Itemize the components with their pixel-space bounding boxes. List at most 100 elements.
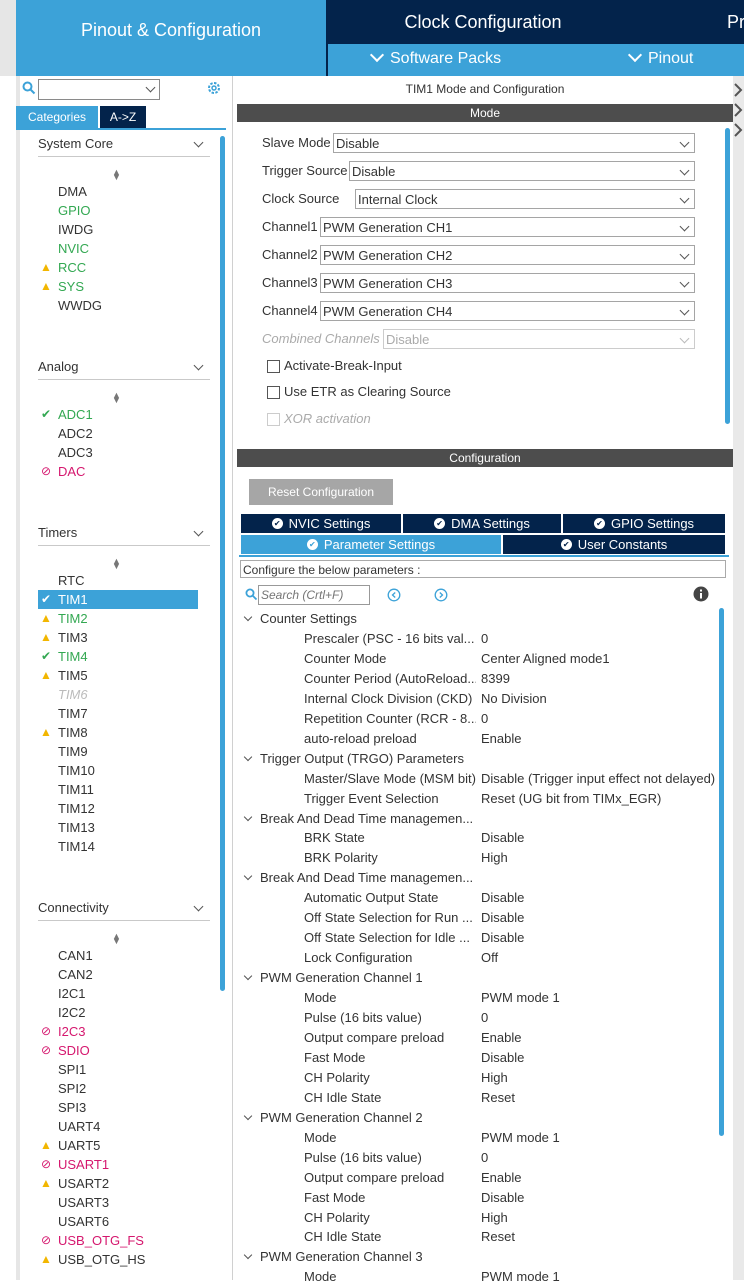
list-item-spi1[interactable]: SPI1: [38, 1060, 198, 1079]
list-item-usb-otg-hs[interactable]: ▲ USB_OTG_HS: [38, 1250, 198, 1269]
section-timers[interactable]: Timers: [38, 521, 210, 546]
parameter-value[interactable]: 0: [481, 1148, 488, 1168]
parameter-row[interactable]: BRK Polarity High: [237, 848, 715, 868]
list-item-tim9[interactable]: TIM9: [38, 742, 198, 761]
parameter-row[interactable]: Mode PWM mode 1: [237, 1267, 715, 1287]
parameter-search-input[interactable]: [258, 585, 370, 605]
search-icon[interactable]: [22, 81, 36, 95]
list-item-tim8[interactable]: ▲ TIM8: [38, 723, 198, 742]
parameter-value[interactable]: Disable: [481, 1048, 524, 1068]
pinout-menu[interactable]: Pinout: [627, 47, 693, 68]
parameter-value[interactable]: Reset: [481, 1088, 515, 1108]
list-item-uart4[interactable]: UART4: [38, 1117, 198, 1136]
list-item-rtc[interactable]: RTC: [38, 571, 198, 590]
list-item-dac[interactable]: ⊘ DAC: [38, 462, 198, 481]
list-item-adc2[interactable]: ADC2: [38, 424, 198, 443]
parameter-value[interactable]: High: [481, 848, 508, 868]
parameter-row[interactable]: Internal Clock Division (CKD) No Division: [237, 689, 715, 709]
parameter-row[interactable]: Off State Selection for Idle ... Disable: [237, 928, 715, 948]
arrow-right-icon[interactable]: [434, 588, 448, 602]
parameter-row[interactable]: Mode PWM mode 1: [237, 1128, 715, 1148]
tab-project-manager[interactable]: Pr: [641, 0, 744, 44]
list-item-i2c3[interactable]: ⊘ I2C3: [38, 1022, 198, 1041]
list-item-i2c1[interactable]: I2C1: [38, 984, 198, 1003]
tab-gpio-settings[interactable]: ✔ GPIO Settings: [563, 514, 725, 533]
parameter-row[interactable]: Master/Slave Mode (MSM bit) Disable (Trig…: [237, 769, 715, 789]
parameter-value[interactable]: Enable: [481, 1168, 521, 1188]
parameter-row[interactable]: BRK State Disable: [237, 828, 715, 848]
section-system-core[interactable]: System Core: [38, 132, 210, 157]
tab-clock-configuration[interactable]: Clock Configuration: [328, 0, 638, 44]
parameter-row[interactable]: Counter Period (AutoReload... 8399: [237, 669, 715, 689]
parameter-group[interactable]: PWM Generation Channel 1: [243, 968, 423, 988]
parameter-value[interactable]: Enable: [481, 1028, 521, 1048]
parameter-group[interactable]: Trigger Output (TRGO) Parameters: [243, 749, 464, 769]
parameter-row[interactable]: Automatic Output State Disable: [237, 888, 715, 908]
parameter-row[interactable]: CH Polarity High: [237, 1208, 715, 1228]
parameter-row[interactable]: Fast Mode Disable: [237, 1188, 715, 1208]
list-item-rcc[interactable]: ▲ RCC: [38, 258, 198, 277]
list-item-usart3[interactable]: USART3: [38, 1193, 198, 1212]
list-item-usart2[interactable]: ▲ USART2: [38, 1174, 198, 1193]
parameter-row[interactable]: Fast Mode Disable: [237, 1048, 715, 1068]
parameter-value[interactable]: PWM mode 1: [481, 988, 560, 1008]
sort-icon[interactable]: ▲ ▼: [112, 168, 121, 182]
channel2-select[interactable]: PWM Generation CH2: [320, 245, 695, 265]
tab-parameter-settings[interactable]: ✔ Parameter Settings: [241, 535, 501, 554]
list-item-tim7[interactable]: TIM7: [38, 704, 198, 723]
parameter-value[interactable]: Center Aligned mode1: [481, 649, 610, 669]
channel1-select[interactable]: PWM Generation CH1: [320, 217, 695, 237]
list-item-tim6[interactable]: TIM6: [38, 685, 198, 704]
parameter-value[interactable]: Disable: [481, 888, 524, 908]
list-item-uart5[interactable]: ▲ UART5: [38, 1136, 198, 1155]
list-item-sdio[interactable]: ⊘ SDIO: [38, 1041, 198, 1060]
parameter-value[interactable]: Reset: [481, 1227, 515, 1247]
parameter-value[interactable]: Disable: [481, 1188, 524, 1208]
list-item-gpio[interactable]: GPIO: [38, 201, 198, 220]
list-item-tim5[interactable]: ▲ TIM5: [38, 666, 198, 685]
parameter-value[interactable]: Enable: [481, 729, 521, 749]
parameter-group[interactable]: PWM Generation Channel 2: [243, 1108, 423, 1128]
list-item-usb-otg-fs[interactable]: ⊘ USB_OTG_FS: [38, 1231, 198, 1250]
slave-mode-select[interactable]: Disable: [333, 133, 695, 153]
trigger-source-select[interactable]: Disable: [349, 161, 695, 181]
parameter-value[interactable]: Disable: [481, 828, 524, 848]
parameter-value[interactable]: PWM mode 1: [481, 1267, 560, 1287]
list-item-tim1[interactable]: ✔ TIM1: [38, 590, 198, 609]
parameter-value[interactable]: 0: [481, 1008, 488, 1028]
list-item-adc3[interactable]: ADC3: [38, 443, 198, 462]
list-item-spi2[interactable]: SPI2: [38, 1079, 198, 1098]
list-item-can2[interactable]: CAN2: [38, 965, 198, 984]
tab-categories[interactable]: Categories: [16, 106, 98, 128]
parameter-value[interactable]: Disable: [481, 908, 524, 928]
list-item-dma[interactable]: DMA: [38, 182, 198, 201]
list-item-tim3[interactable]: ▲ TIM3: [38, 628, 198, 647]
parameter-row[interactable]: Mode PWM mode 1: [237, 988, 715, 1008]
parameter-group[interactable]: Counter Settings: [243, 609, 357, 629]
parameter-group[interactable]: Break And Dead Time managemen...: [243, 809, 473, 829]
list-item-tim11[interactable]: TIM11: [38, 780, 198, 799]
section-analog[interactable]: Analog: [38, 355, 210, 380]
parameter-value[interactable]: 8399: [481, 669, 510, 689]
list-item-sys[interactable]: ▲ SYS: [38, 277, 198, 296]
sort-icon[interactable]: ▲ ▼: [112, 557, 121, 571]
parameter-row[interactable]: Pulse (16 bits value) 0: [237, 1008, 715, 1028]
list-item-i2c2[interactable]: I2C2: [38, 1003, 198, 1022]
info-icon[interactable]: [693, 586, 709, 602]
list-item-usart1[interactable]: ⊘ USART1: [38, 1155, 198, 1174]
list-item-tim2[interactable]: ▲ TIM2: [38, 609, 198, 628]
list-item-tim10[interactable]: TIM10: [38, 761, 198, 780]
sort-icon[interactable]: ▲ ▼: [112, 391, 121, 405]
channel3-select[interactable]: PWM Generation CH3: [320, 273, 695, 293]
parameter-row[interactable]: auto-reload preload Enable: [237, 729, 715, 749]
parameter-row[interactable]: Output compare preload Enable: [237, 1168, 715, 1188]
list-item-tim13[interactable]: TIM13: [38, 818, 198, 837]
parameter-value[interactable]: High: [481, 1208, 508, 1228]
parameter-value[interactable]: Disable: [481, 928, 524, 948]
section-connectivity[interactable]: Connectivity: [38, 896, 210, 921]
parameter-value[interactable]: PWM mode 1: [481, 1128, 560, 1148]
list-item-can1[interactable]: CAN1: [38, 946, 198, 965]
parameter-value[interactable]: No Division: [481, 689, 547, 709]
list-item-adc1[interactable]: ✔ ADC1: [38, 405, 198, 424]
parameter-row[interactable]: Counter Mode Center Aligned mode1: [237, 649, 715, 669]
